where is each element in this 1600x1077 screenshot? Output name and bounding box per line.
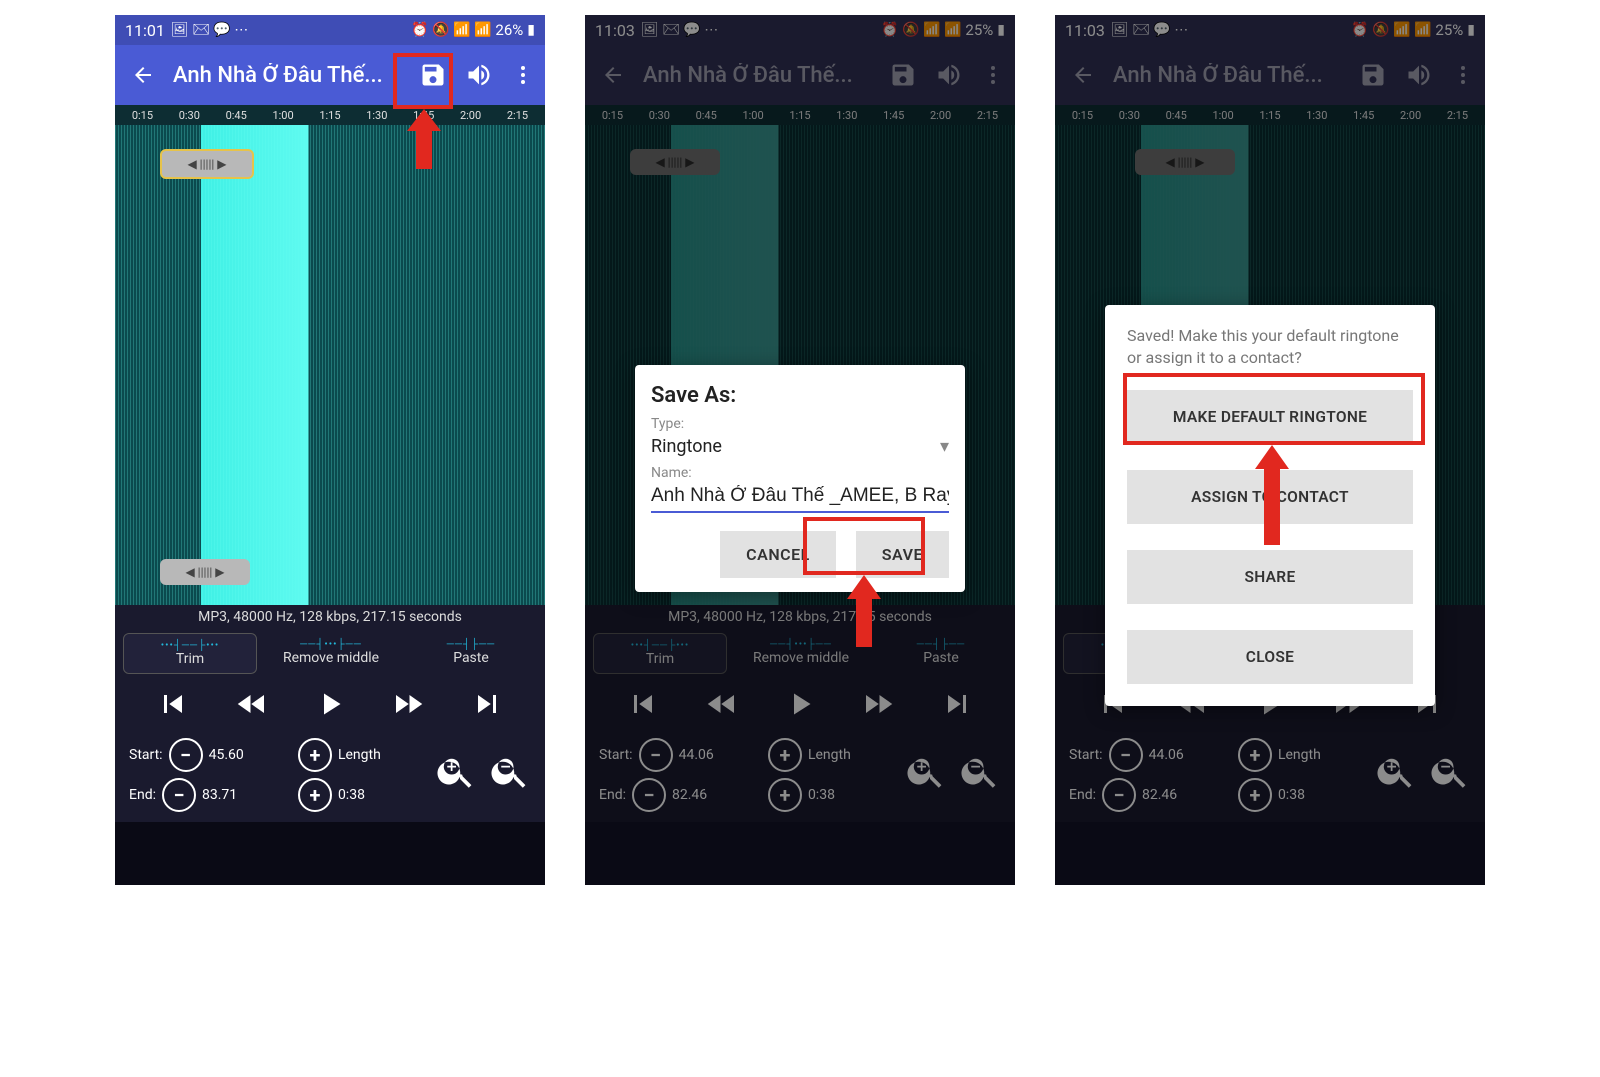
start-minus-button[interactable]: − (169, 738, 203, 772)
end-label: End: (129, 787, 156, 803)
highlight-arrow-1 (407, 109, 441, 169)
saved-message: Saved! Make this your default ringtone o… (1127, 325, 1413, 368)
close-button[interactable]: CLOSE (1127, 630, 1413, 684)
highlight-arrow-3 (1255, 445, 1289, 545)
playback-controls (115, 678, 545, 734)
share-button[interactable]: SHARE (1127, 550, 1413, 604)
toolbar-title: Anh Nhà Ở Đâu Thế... (173, 63, 401, 88)
screenshot-3: 11:03🖼 ✉ 💬 ⋯ ⏰ 🔕 📶 📶25%▮ Anh Nhà Ở Đâu T… (1055, 15, 1485, 885)
type-label: Type: (651, 416, 949, 432)
forward-icon[interactable] (388, 686, 428, 726)
highlight-save-button (803, 517, 925, 575)
length-value: 0:38 (338, 787, 365, 803)
volume-icon[interactable] (465, 61, 493, 89)
play-icon[interactable] (312, 686, 348, 726)
file-info: MP3, 48000 Hz, 128 kbps, 217.15 seconds (115, 605, 545, 629)
toolbar: Anh Nhà Ở Đâu Thế... (115, 45, 545, 105)
zoom-in-icon[interactable] (435, 750, 477, 801)
name-label: Name: (651, 465, 949, 481)
tool-remove-middle[interactable]: ──┤•••├──Remove middle (265, 633, 397, 674)
start-plus-button[interactable]: + (298, 738, 332, 772)
type-dropdown[interactable]: Ringtone ▾ (651, 432, 949, 461)
range-controls: Start: − 45.60 End: − 83.71 + Length + 0… (115, 734, 545, 822)
time-ruler: 0:150:300:451:001:151:301:452:002:15 (115, 105, 545, 125)
end-minus-button[interactable]: − (162, 778, 196, 812)
selection-handle-end[interactable]: ◀ ||||| ▶ (160, 559, 250, 585)
screenshot-1: 11:01 🖼 ✉ 💬 ⋯ ⏰ 🔕 📶 📶 26% ▮ Anh Nhà Ở Đâ… (115, 15, 545, 885)
waveform-display[interactable]: ◀ ||||| ▶ ◀ ||||| ▶ (115, 125, 545, 605)
status-bar: 11:01 🖼 ✉ 💬 ⋯ ⏰ 🔕 📶 📶 26% ▮ (115, 15, 545, 45)
tool-trim[interactable]: •••┤──├•••Trim (123, 633, 257, 674)
name-input[interactable] (651, 481, 949, 513)
highlight-save-icon (393, 53, 453, 109)
tool-paste[interactable]: ──┤├──Paste (405, 633, 537, 674)
status-icons-right: ⏰ 🔕 📶 📶 (411, 22, 491, 38)
end-value: 83.71 (202, 787, 237, 803)
skip-start-icon[interactable] (155, 686, 191, 726)
status-battery: 26% (495, 21, 523, 39)
more-icon[interactable] (511, 63, 535, 87)
zoom-out-icon[interactable] (489, 750, 531, 801)
chevron-down-icon: ▾ (940, 436, 949, 457)
highlight-make-default (1123, 373, 1425, 445)
skip-end-icon[interactable] (469, 686, 505, 726)
end-plus-button[interactable]: + (298, 778, 332, 812)
start-value: 45.60 (209, 747, 244, 763)
status-icons-left: 🖼 ✉ 💬 ⋯ (171, 22, 248, 38)
status-time: 11:01 (125, 21, 165, 40)
length-label: Length (338, 747, 381, 763)
back-icon[interactable] (131, 63, 155, 87)
highlight-arrow-2 (847, 575, 881, 647)
dialog-title: Save As: (651, 383, 949, 408)
tool-row: •••┤──├•••Trim ──┤•••├──Remove middle ──… (115, 629, 545, 678)
start-label: Start: (129, 747, 163, 763)
selection-handle-start[interactable]: ◀ ||||| ▶ (160, 149, 254, 179)
rewind-icon[interactable] (232, 686, 272, 726)
screenshot-2: 11:03🖼 ✉ 💬 ⋯ ⏰ 🔕 📶 📶25%▮ Anh Nhà Ở Đâu T… (585, 15, 1015, 885)
battery-icon: ▮ (527, 22, 535, 38)
